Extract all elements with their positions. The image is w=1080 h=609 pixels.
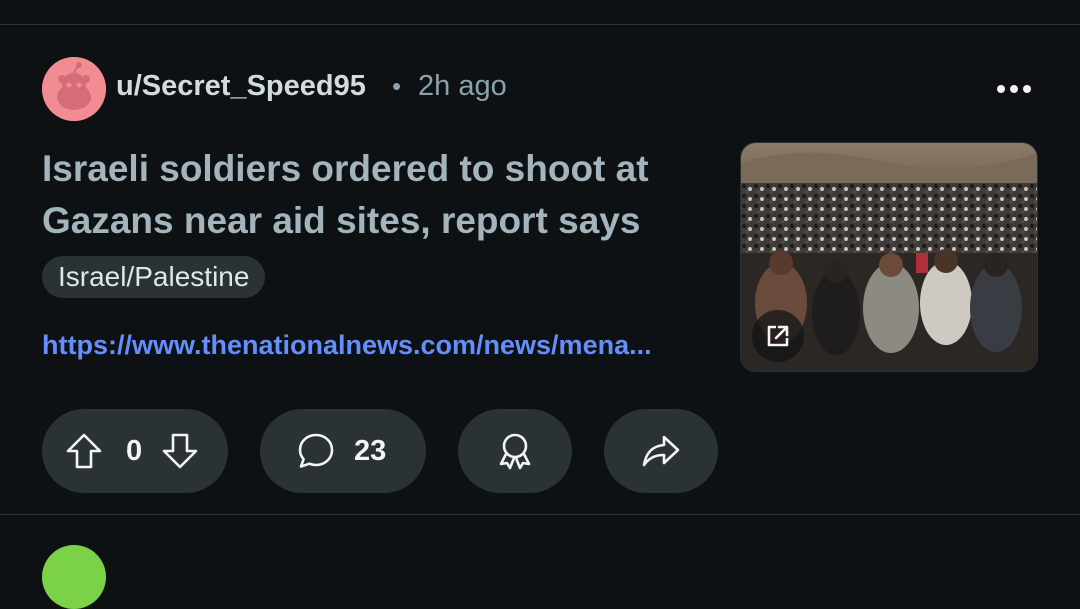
comment-icon-wrap (296, 431, 336, 471)
open-external-button[interactable] (752, 310, 804, 362)
post-author[interactable]: u/Secret_Speed95 (116, 70, 366, 103)
next-post-avatar[interactable] (42, 545, 106, 609)
upvote-arrow-icon (66, 433, 102, 469)
more-options-icon (997, 85, 1031, 93)
vote-pill: 0 (42, 409, 228, 493)
comment-count: 23 (354, 434, 387, 467)
post-card[interactable]: u/Secret_Speed95 • 2h ago Israeli soldie… (0, 25, 1080, 515)
downvote-button[interactable] (160, 431, 200, 471)
downvote-arrow-icon (162, 433, 198, 469)
share-arrow-icon (642, 435, 680, 467)
upvote-button[interactable] (64, 431, 104, 471)
comment-bubble-icon (298, 433, 334, 468)
meta-separator: • (392, 71, 402, 101)
reddit-avatar-icon (42, 57, 106, 121)
post-link[interactable]: https://www.thenationalnews.com/news/men… (42, 330, 724, 361)
more-options-button[interactable] (990, 75, 1038, 103)
post-flair[interactable]: Israel/Palestine (42, 256, 266, 298)
divider-bottom (0, 514, 1080, 515)
comments-button[interactable]: 23 (260, 409, 426, 493)
post-title[interactable]: Israeli soldiers ordered to shoot at Gaz… (42, 143, 722, 247)
post-time: 2h ago (418, 70, 507, 102)
share-button[interactable] (604, 409, 718, 493)
award-button[interactable] (458, 409, 572, 493)
external-link-icon (767, 325, 789, 347)
vote-count: 0 (126, 434, 143, 467)
award-icon (499, 433, 531, 470)
avatar[interactable] (42, 57, 106, 121)
